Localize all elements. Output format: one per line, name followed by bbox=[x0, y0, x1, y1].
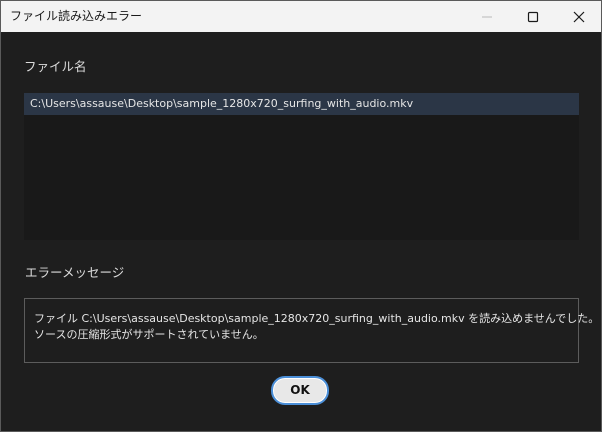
error-message-line-2: ソースの圧縮形式がサポートされていません。 bbox=[34, 328, 264, 341]
maximize-icon bbox=[527, 11, 539, 23]
maximize-button[interactable] bbox=[510, 1, 556, 32]
error-message-line-1: ファイル C:\Users\assause\Desktop\sample_128… bbox=[34, 312, 600, 325]
close-icon bbox=[573, 11, 585, 23]
minimize-icon bbox=[482, 16, 492, 18]
error-message-box[interactable]: ファイル C:\Users\assause\Desktop\sample_128… bbox=[24, 298, 599, 363]
file-list[interactable]: C:\Users\assause\Desktop\sample_1280x720… bbox=[24, 93, 579, 240]
ok-button[interactable]: OK bbox=[271, 376, 329, 405]
window-title: ファイル読み込みエラー bbox=[10, 9, 143, 23]
file-path: C:\Users\assause\Desktop\sample_1280x720… bbox=[30, 97, 414, 110]
minimize-button[interactable] bbox=[464, 1, 510, 32]
file-name-label: ファイル名 bbox=[24, 59, 87, 74]
error-dialog: ファイル読み込みエラー ファイル名 C:\Users\assause\Deskt… bbox=[0, 0, 602, 432]
list-item[interactable]: C:\Users\assause\Desktop\sample_1280x720… bbox=[24, 93, 579, 115]
close-button[interactable] bbox=[556, 1, 601, 32]
title-bar[interactable]: ファイル読み込みエラー bbox=[1, 1, 601, 32]
error-message-label: エラーメッセージ bbox=[25, 265, 125, 280]
